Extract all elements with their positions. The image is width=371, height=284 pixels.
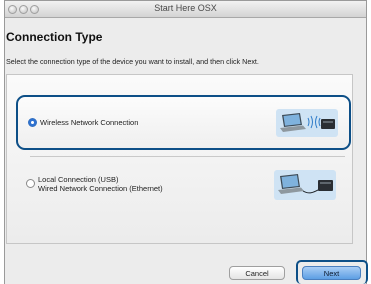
- cancel-button[interactable]: Cancel: [229, 266, 285, 280]
- next-button[interactable]: Next: [302, 266, 361, 280]
- wireless-option-label: Wireless Network Connection: [40, 118, 139, 127]
- local-wired-connection-option[interactable]: Local Connection (USB) Wired Network Con…: [16, 162, 351, 212]
- page-title: Connection Type: [6, 30, 103, 44]
- wireless-connection-option[interactable]: Wireless Network Connection: [16, 95, 351, 150]
- local-usb-label: Local Connection (USB): [38, 175, 119, 184]
- window-title: Start Here OSX: [154, 3, 217, 13]
- instruction-text: Select the connection type of the device…: [6, 57, 259, 66]
- wireless-radio[interactable]: [28, 118, 37, 127]
- laptop-wifi-printer-icon: [276, 109, 338, 137]
- local-wired-radio[interactable]: [26, 179, 35, 188]
- option-divider: [30, 156, 345, 157]
- wired-ethernet-label: Wired Network Connection (Ethernet): [38, 184, 163, 193]
- laptop-cable-printer-icon: [274, 170, 336, 200]
- title-bar: Start Here OSX: [5, 1, 366, 18]
